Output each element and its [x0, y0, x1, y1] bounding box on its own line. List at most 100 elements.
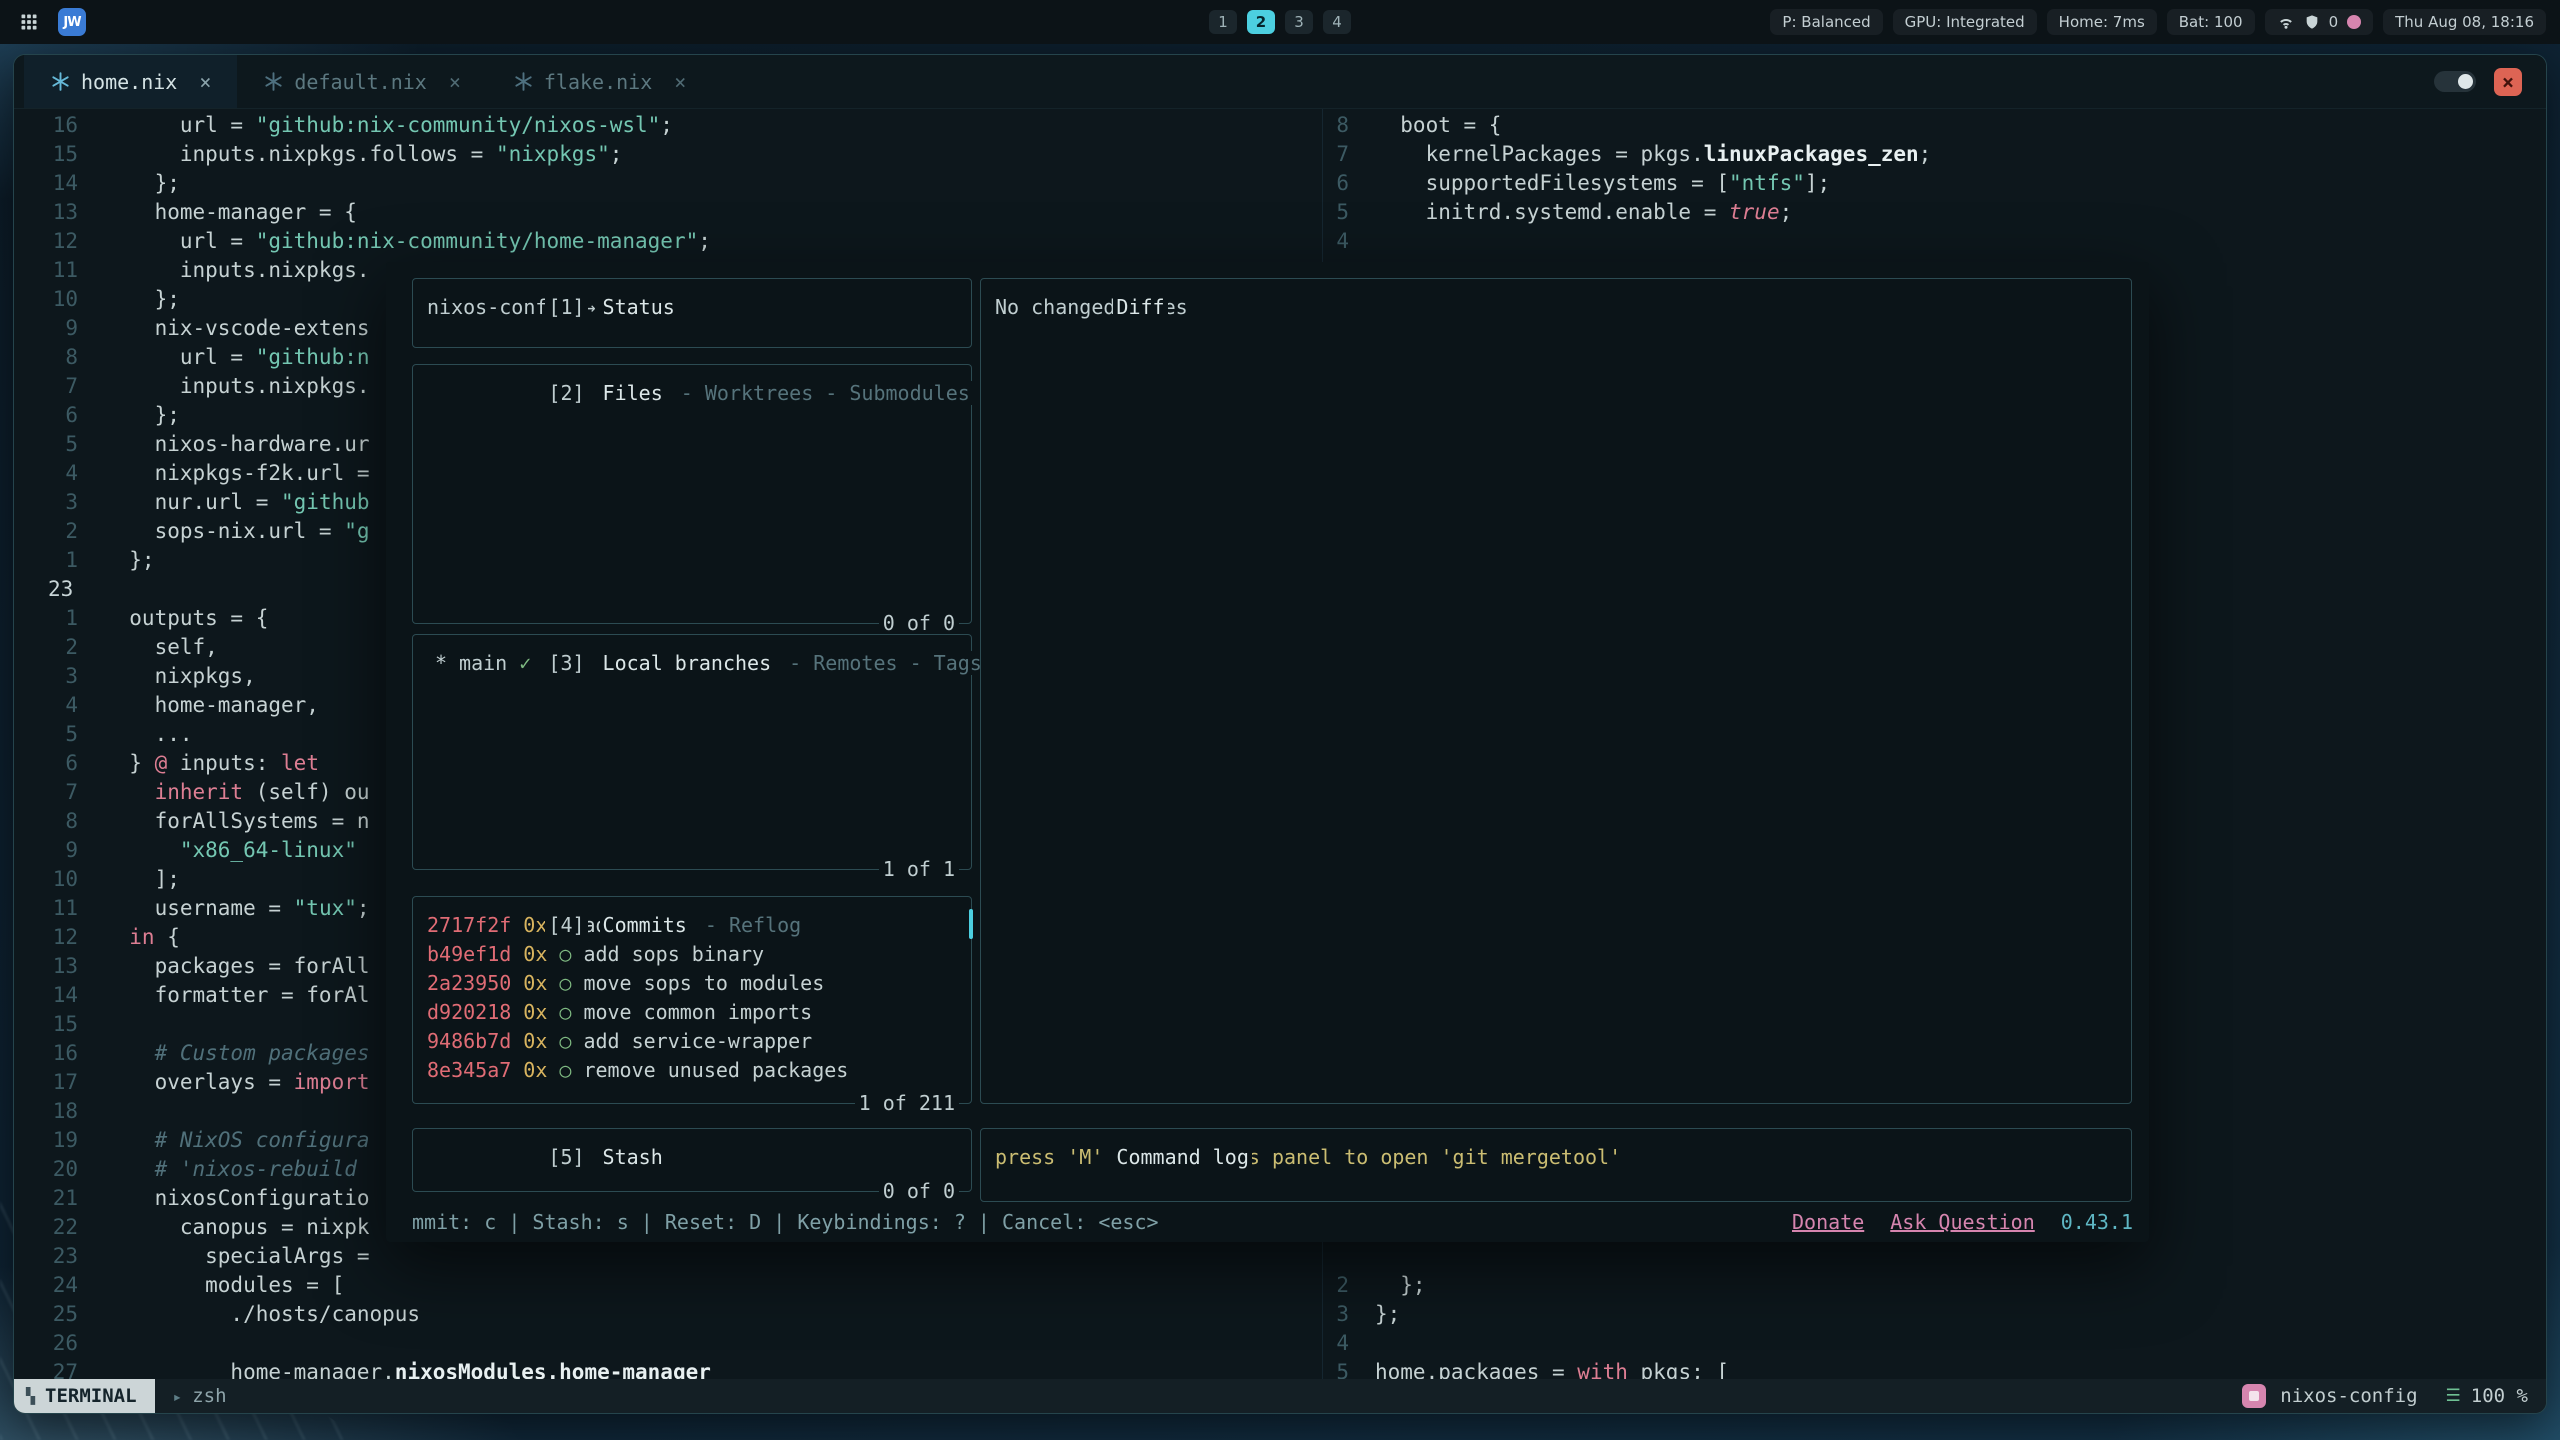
- line-number: 11: [14, 894, 92, 923]
- tab-close-icon[interactable]: ×: [199, 70, 211, 94]
- shell-segment: ▸ zsh: [155, 1385, 245, 1407]
- workspace-2[interactable]: 2: [1247, 10, 1275, 34]
- lazygit-command-log-panel[interactable]: Command log press 'M' in the files panel…: [980, 1128, 2132, 1202]
- line-text: home-manager.nixosModules.home-manager: [104, 1358, 711, 1381]
- line-text: packages = forAll: [104, 952, 370, 981]
- editor-line[interactable]: 16 url = "github:nix-community/nixos-wsl…: [14, 111, 1322, 140]
- tab-flake.nix[interactable]: flake.nix×: [487, 55, 712, 108]
- line-number: 9: [14, 314, 92, 343]
- panel-title-text: Stash: [600, 1145, 666, 1169]
- editor-right-bottom-rows: 2 };3};45 home.packages = with pkgs; [: [1323, 1271, 2547, 1381]
- editor-line[interactable]: 24 modules = [: [14, 1271, 1322, 1300]
- workspace-3[interactable]: 3: [1285, 10, 1313, 34]
- scroll-segment: ☰ 100 %: [2446, 1385, 2528, 1407]
- shield-icon[interactable]: [2304, 14, 2320, 30]
- workspace-1[interactable]: 1: [1209, 10, 1237, 34]
- tab-close-icon[interactable]: ×: [674, 70, 686, 94]
- panel-title: [4]Commits - Reflog: [425, 882, 804, 969]
- lazygit-stash-panel[interactable]: [5]Stash 0 of 0: [412, 1128, 972, 1192]
- line-text: outputs = {: [104, 604, 268, 633]
- editor-line[interactable]: 13 home-manager = {: [14, 198, 1322, 227]
- battery-module: Bat: 100: [2167, 9, 2255, 35]
- tab-close-icon[interactable]: ×: [449, 70, 461, 94]
- editor-line[interactable]: 27 home-manager.nixosModules.home-manage…: [14, 1358, 1322, 1381]
- line-number: 16: [14, 111, 92, 140]
- line-number: 19: [14, 1126, 92, 1155]
- apps-grid-icon[interactable]: [14, 7, 44, 37]
- editor-line[interactable]: 15 inputs.nixpkgs.follows = "nixpkgs";: [14, 140, 1322, 169]
- editor-line[interactable]: 14 };: [14, 169, 1322, 198]
- line-text: supportedFilesystems = ["ntfs"];: [1375, 169, 1830, 198]
- line-text: nixos-hardware.ur: [104, 430, 370, 459]
- lazygit-branches-panel[interactable]: [3]Local branches - Remotes - Tags *main…: [412, 634, 972, 870]
- editor-line[interactable]: 7 kernelPackages = pkgs.linuxPackages_ze…: [1323, 140, 2547, 169]
- commit-hash: 2a23950: [427, 969, 511, 998]
- line-text: url = "github:nix-community/home-manager…: [104, 227, 711, 256]
- lines-icon: ☰: [2446, 1386, 2461, 1406]
- lazygit-status-panel[interactable]: [1]Status nixos-config → main: [412, 278, 972, 348]
- editor-line[interactable]: 25 ./hosts/canopus: [14, 1300, 1322, 1329]
- line-number: 22: [14, 1213, 92, 1242]
- line-number: 20: [14, 1155, 92, 1184]
- editor-line[interactable]: 12 url = "github:nix-community/home-mana…: [14, 227, 1322, 256]
- editor-line[interactable]: 8 boot = {: [1323, 111, 2547, 140]
- line-number: 10: [14, 865, 92, 894]
- editor-line[interactable]: 6 supportedFilesystems = ["ntfs"];: [1323, 169, 2547, 198]
- line-number: 12: [14, 227, 92, 256]
- lazygit-files-panel[interactable]: [2]Files - Worktrees - Submodules 0 of 0: [412, 364, 972, 624]
- window-close-button[interactable]: ×: [2494, 68, 2522, 96]
- line-text: home.packages = with pkgs; [: [1375, 1358, 1729, 1381]
- line-number: 15: [14, 140, 92, 169]
- line-number: 3: [1323, 1300, 1359, 1329]
- editor-line[interactable]: 4: [1323, 1329, 2547, 1358]
- statusline-right: nixos-config ☰ 100 %: [2242, 1384, 2546, 1408]
- commit-graph-node: ○: [559, 998, 571, 1027]
- panel-title: [5] Stash: [425, 1114, 666, 1201]
- line-number: 10: [14, 285, 92, 314]
- editor-line[interactable]: 4: [1323, 227, 2547, 256]
- color-picker-icon[interactable]: [2347, 15, 2361, 29]
- line-text: specialArgs =: [104, 1242, 370, 1271]
- line-text: modules = [: [104, 1271, 344, 1300]
- project-name: nixos-config: [2280, 1385, 2417, 1407]
- commits-scrollbar[interactable]: [969, 909, 973, 939]
- terminal-mode-icon: ▚: [26, 1387, 35, 1405]
- line-number: 7: [14, 778, 92, 807]
- line-number: 5: [1323, 1358, 1359, 1381]
- donate-link[interactable]: Donate: [1792, 1208, 1864, 1237]
- editor-line[interactable]: 5 initrd.systemd.enable = true;: [1323, 198, 2547, 227]
- lazygit-commits-panel[interactable]: [4]Commits - Reflog 2717f2f0x○add mopidy…: [412, 896, 972, 1104]
- ask-question-link[interactable]: Ask Question: [1890, 1208, 2035, 1237]
- commit-row[interactable]: 8e345a70x○remove unused packages: [427, 1056, 957, 1085]
- panel-title-text: Diff: [1113, 295, 1167, 319]
- user-badge[interactable]: JW: [58, 8, 86, 36]
- panel-number: [5]: [545, 1145, 587, 1169]
- line-number: 11: [14, 256, 92, 285]
- panel-title: Command log: [993, 1114, 1252, 1201]
- line-number: 6: [14, 401, 92, 430]
- line-text: "x86_64-linux": [104, 836, 357, 865]
- panel-title-text: Command log: [1113, 1145, 1251, 1169]
- editor-line[interactable]: 5 home.packages = with pkgs; [: [1323, 1358, 2547, 1381]
- editor-line[interactable]: 3};: [1323, 1300, 2547, 1329]
- toggle-knob: [2458, 74, 2473, 89]
- window-toggle[interactable]: [2434, 71, 2476, 92]
- wifi-icon[interactable]: [2277, 13, 2295, 31]
- workspace-4[interactable]: 4: [1323, 10, 1351, 34]
- lazygit-diff-panel[interactable]: Diff No changed files: [980, 278, 2132, 1104]
- tab-home.nix[interactable]: home.nix×: [24, 55, 237, 108]
- stash-count: 0 of 0: [879, 1177, 959, 1206]
- commit-row[interactable]: 9486b7d0x○add service-wrapper: [427, 1027, 957, 1056]
- commit-hash: 9486b7d: [427, 1027, 511, 1056]
- line-number: 17: [14, 1068, 92, 1097]
- indicator-cluster[interactable]: 0: [2265, 9, 2374, 35]
- power-profile-module[interactable]: P: Balanced: [1770, 9, 1882, 35]
- tab-bar: home.nix×default.nix×flake.nix× ×: [14, 55, 2546, 109]
- tab-default.nix[interactable]: default.nix×: [237, 55, 487, 108]
- editor-line[interactable]: 23 specialArgs =: [14, 1242, 1322, 1271]
- commit-row[interactable]: d9202180x○move common imports: [427, 998, 957, 1027]
- editor-line[interactable]: 26: [14, 1329, 1322, 1358]
- commit-row[interactable]: 2a239500x○move sops to modules: [427, 969, 957, 998]
- editor-line[interactable]: 2 };: [1323, 1271, 2547, 1300]
- commit-hash: d920218: [427, 998, 511, 1027]
